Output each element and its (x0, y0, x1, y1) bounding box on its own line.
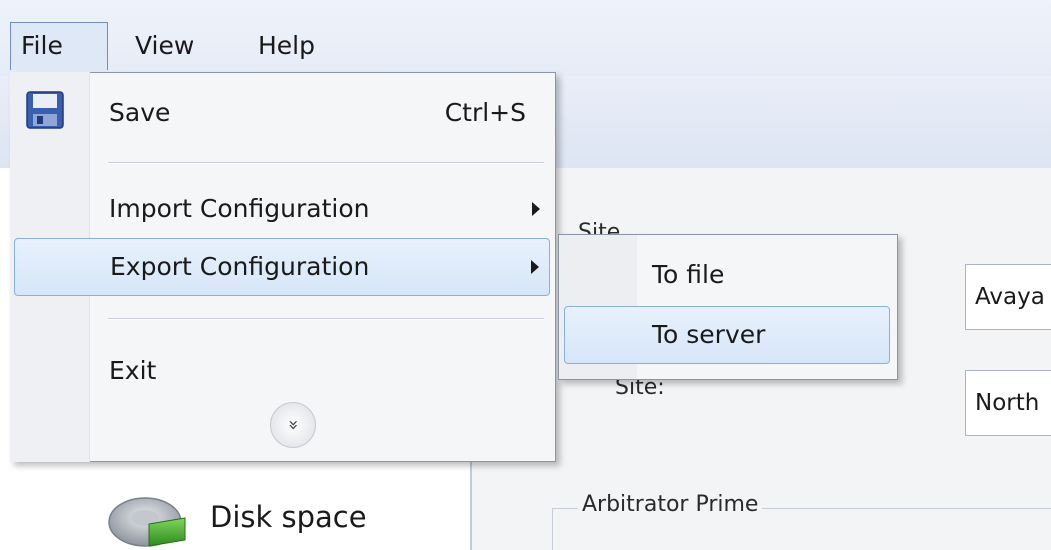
menu-item-save-label: Save (109, 98, 171, 127)
site-field-primary[interactable]: Avaya (965, 264, 1051, 330)
submenu-item-to-file-label: To file (652, 260, 725, 289)
submenu-item-to-server[interactable]: To server (564, 306, 890, 364)
menu-help[interactable]: Help (248, 22, 325, 70)
submenu-item-to-file[interactable]: To file (564, 246, 890, 304)
menu-item-import-configuration[interactable]: Import Configuration (14, 184, 550, 236)
chevron-right-icon (531, 260, 539, 274)
menu-item-export-label: Export Configuration (110, 252, 370, 281)
application-window: File View Help ▾ Disk space Site Avaya S… (0, 0, 1051, 550)
menu-view[interactable]: View (125, 22, 204, 70)
menu-item-exit-label: Exit (109, 356, 157, 385)
menu-item-exit[interactable]: Exit (14, 346, 550, 398)
submenu-item-to-server-label: To server (652, 320, 766, 349)
menu-item-import-label: Import Configuration (109, 194, 370, 223)
menu-separator (108, 318, 544, 320)
disk-space-label[interactable]: Disk space (210, 500, 367, 534)
menu-item-save[interactable]: Save Ctrl+S (14, 88, 550, 140)
menu-file[interactable]: File (10, 22, 108, 70)
site-field-secondary[interactable]: North (965, 370, 1051, 436)
expand-icon[interactable]: » (270, 402, 316, 448)
menu-separator (108, 162, 544, 164)
arbitrator-group-label: Arbitrator Prime (578, 492, 763, 517)
chevron-right-icon (532, 202, 540, 216)
disk-icon (108, 497, 186, 547)
menu-item-export-configuration[interactable]: Export Configuration (14, 238, 550, 296)
menu-item-save-shortcut: Ctrl+S (444, 98, 526, 127)
menu-bar: File View Help (0, 0, 1051, 76)
